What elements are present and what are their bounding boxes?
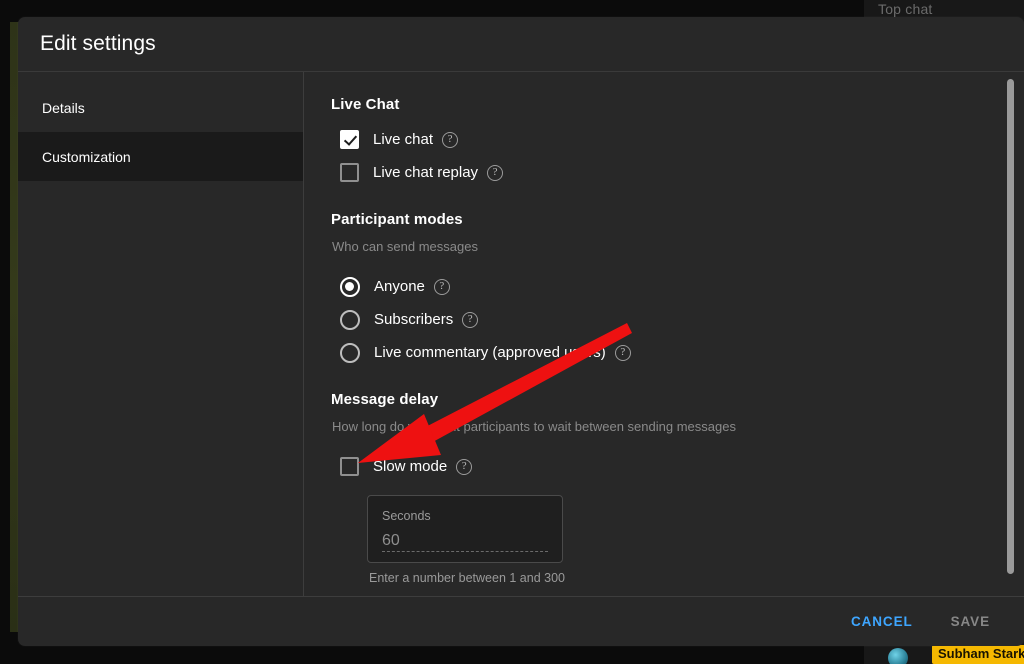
sidebar-item-customization[interactable]: Customization <box>18 132 303 181</box>
section-heading-participant-modes: Participant modes <box>331 211 463 228</box>
help-icon[interactable]: ? <box>442 131 459 148</box>
seconds-field-wrapper: Seconds 60 Enter a number between 1 and … <box>367 495 1024 585</box>
seconds-input[interactable]: Seconds 60 <box>367 495 563 563</box>
option-row-live-commentary[interactable]: Live commentary (approved users) ? <box>331 336 1024 369</box>
option-row-subscribers[interactable]: Subscribers ? <box>331 303 1024 336</box>
section-subtext-participant-modes: Who can send messages <box>332 239 478 254</box>
dialog-header: Edit settings <box>18 17 1024 71</box>
seconds-input-label: Seconds <box>382 509 431 523</box>
page-title: Edit settings <box>40 32 156 55</box>
edit-settings-dialog: Edit settings Details Customization Live… <box>18 17 1024 646</box>
dialog-footer: CANCEL SAVE <box>18 596 1024 646</box>
sidebar-item-details[interactable]: Details <box>18 83 303 132</box>
anyone-radio[interactable] <box>340 276 360 297</box>
dialog-body: Details Customization Live Chat Live cha… <box>18 71 1024 596</box>
slow-mode-checkbox[interactable] <box>340 457 359 476</box>
anyone-label: Anyone <box>374 278 425 295</box>
help-icon[interactable]: ? <box>614 344 631 361</box>
background-superchat-name: Subham Stark <box>938 646 1024 661</box>
live-chat-label: Live chat <box>373 131 434 148</box>
dialog-content: Live Chat Live chat ? Live chat replay ?… <box>304 72 1024 596</box>
screen: Top chat o liv cy an MORE Subham Stark E… <box>0 0 1024 664</box>
sidebar-item-label: Customization <box>42 148 131 165</box>
cancel-button[interactable]: CANCEL <box>839 605 925 638</box>
content-scrollbar-thumb[interactable] <box>1007 79 1014 574</box>
live-chat-replay-label: Live chat replay <box>373 164 479 181</box>
dialog-sidebar: Details Customization <box>18 72 304 596</box>
option-row-slow-mode[interactable]: Slow mode ? <box>331 450 1024 483</box>
background-superchat-badge: Subham Stark <box>932 645 1024 664</box>
live-chat-checkbox[interactable] <box>340 130 359 149</box>
option-row-live-chat[interactable]: Live chat ? <box>331 123 1024 156</box>
option-row-live-chat-replay[interactable]: Live chat replay ? <box>331 156 1024 189</box>
live-commentary-radio[interactable] <box>340 342 360 363</box>
live-commentary-label: Live commentary (approved users) <box>374 344 606 361</box>
help-icon[interactable]: ? <box>456 458 473 475</box>
sidebar-item-label: Details <box>42 99 85 116</box>
help-icon[interactable]: ? <box>487 164 504 181</box>
background-avatar <box>888 648 908 664</box>
section-heading-message-delay: Message delay <box>331 391 439 408</box>
content-scrollbar[interactable] <box>1006 79 1015 589</box>
live-chat-replay-checkbox[interactable] <box>340 163 359 182</box>
seconds-input-hint: Enter a number between 1 and 300 <box>369 571 565 585</box>
slow-mode-label: Slow mode <box>373 458 448 475</box>
subscribers-label: Subscribers <box>374 311 454 328</box>
section-subtext-message-delay: How long do you want participants to wai… <box>332 419 736 434</box>
subscribers-radio[interactable] <box>340 309 360 330</box>
help-icon[interactable]: ? <box>433 278 450 295</box>
seconds-input-value: 60 <box>382 532 400 549</box>
option-row-anyone[interactable]: Anyone ? <box>331 270 1024 303</box>
help-icon[interactable]: ? <box>462 311 479 328</box>
section-heading-live-chat: Live Chat <box>331 96 400 113</box>
save-button: SAVE <box>939 605 1002 638</box>
seconds-input-underline <box>382 551 548 552</box>
